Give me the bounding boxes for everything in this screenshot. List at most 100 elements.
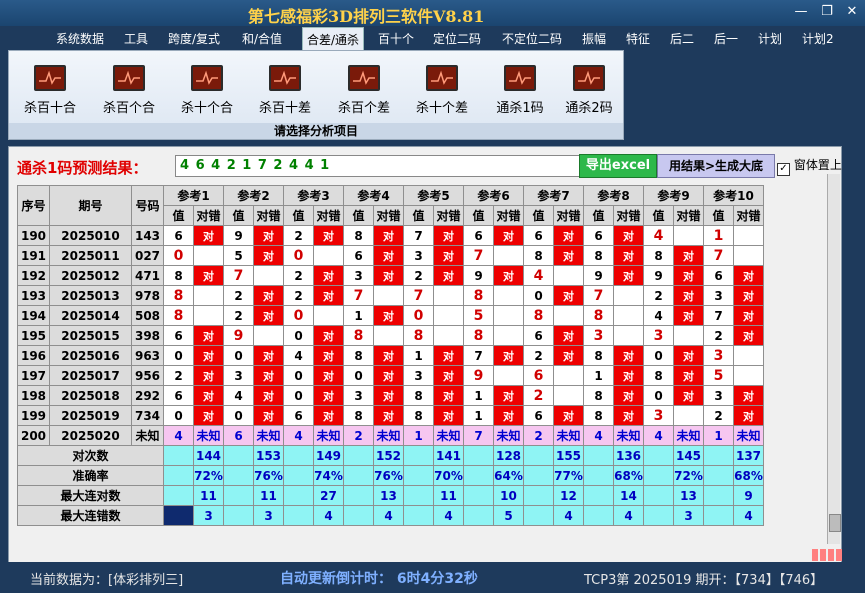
menu-item[interactable]: 振幅 — [582, 30, 606, 47]
cell-check — [433, 285, 464, 306]
topmost-checkbox[interactable]: ✓ 窗体置上 — [777, 156, 842, 176]
close-icon[interactable]: ✕ — [843, 4, 861, 19]
stats-value: 9 — [733, 485, 764, 506]
cell-check: 对 — [373, 405, 404, 426]
generate-button[interactable]: 用结果>生成大底 — [657, 154, 775, 178]
header-check: 对错 — [313, 205, 344, 226]
ribbon-footer: 请选择分析项目 — [9, 123, 623, 139]
cell-check: 对 — [673, 285, 704, 306]
cell-check: 对 — [253, 405, 284, 426]
cell-check: 对 — [433, 265, 464, 286]
stats-value: 76% — [253, 465, 284, 486]
ribbon-button-label: 杀百十差 — [258, 101, 311, 116]
cell-code: 734 — [131, 405, 164, 426]
cell-check — [613, 325, 644, 346]
menu-item[interactable]: 和/合值 — [242, 30, 282, 47]
cell-check: 对 — [253, 225, 284, 246]
cell-value: 2 — [283, 225, 314, 246]
cell-code: 963 — [131, 345, 164, 366]
cell-check — [313, 245, 344, 266]
restore-icon[interactable]: ❐ — [818, 4, 836, 19]
predict-row: 200 2025020 未知 4 未知 6 未知 4 未知 2 未知 1 未知 7 未知 2 未知 4 未知 4 未知 1… — [17, 425, 764, 446]
cell-check — [193, 285, 224, 306]
cell-value: 8 — [523, 245, 554, 266]
menu-item[interactable]: 后一 — [714, 30, 738, 47]
cell-value: 8 — [403, 325, 434, 346]
header-value: 值 — [403, 205, 434, 226]
ribbon-button[interactable]: 杀百十合 — [15, 65, 85, 116]
menu-item[interactable]: 特征 — [626, 30, 650, 47]
cell-value: 0 — [523, 285, 554, 306]
cell-value: 1 — [403, 345, 434, 366]
ribbon-button[interactable]: 杀百个差 — [329, 65, 399, 116]
cell-check: 对 — [733, 325, 764, 346]
menu-item[interactable]: 定位二码 — [433, 30, 481, 47]
ribbon-button[interactable]: 杀百十差 — [250, 65, 320, 116]
cell-check: 对 — [733, 305, 764, 326]
ribbon-button[interactable]: 通杀1码 — [485, 65, 555, 116]
menu-item[interactable]: 不定位二码 — [502, 30, 562, 47]
cell-check: 对 — [553, 325, 584, 346]
cell-value: 0 — [163, 345, 194, 366]
scroll-thumb[interactable] — [829, 514, 841, 532]
cell-check: 对 — [193, 265, 224, 286]
predict-value: 7 — [463, 425, 494, 446]
cell-value: 7 — [403, 225, 434, 246]
data-grid[interactable]: 序号 期号 号码 参考1 参考2 参考3 参考4 参考5 参考6 参考7 参考8 参考9 参考10 值对错… — [17, 185, 764, 545]
cell-seq: 192 — [17, 265, 50, 286]
stats-value: 13 — [373, 485, 404, 506]
menu-item[interactable]: 工具 — [124, 30, 148, 47]
menu-item[interactable]: 计划 — [758, 30, 782, 47]
cell-check: 对 — [253, 305, 284, 326]
cell-check: 对 — [493, 345, 524, 366]
stats-value: 77% — [553, 465, 584, 486]
stats-value: 11 — [433, 485, 464, 506]
stats-value: 74% — [313, 465, 344, 486]
menu-item[interactable]: 计划2 — [802, 30, 834, 47]
cell-check: 对 — [193, 345, 224, 366]
cell-check — [733, 245, 764, 266]
progress-blocks — [812, 546, 850, 561]
check-icon[interactable]: ✓ — [777, 163, 790, 176]
export-excel-button[interactable]: 导出excel — [579, 154, 657, 178]
header-value: 值 — [223, 205, 254, 226]
cell-check: 对 — [673, 345, 704, 366]
cell-value: 9 — [583, 265, 614, 286]
cell-value: 5 — [463, 305, 494, 326]
cell-check: 对 — [433, 245, 464, 266]
menu-item[interactable]: 系统数据 — [56, 30, 104, 47]
cell-value: 8 — [583, 245, 614, 266]
cell-value: 6 — [703, 265, 734, 286]
ribbon-button[interactable]: 杀十个差 — [407, 65, 477, 116]
draw-info-text: TCP3第 2025019 期开：【734】【746】 — [584, 573, 824, 588]
ribbon-button[interactable]: 杀十个合 — [172, 65, 242, 116]
ribbon-button-label: 杀百个合 — [102, 101, 155, 116]
stats-value: 145 — [673, 445, 704, 466]
cell-check: 对 — [313, 265, 344, 286]
cell-value: 6 — [163, 385, 194, 406]
vertical-scrollbar[interactable] — [827, 174, 841, 544]
menu-item[interactable]: 百十个 — [378, 30, 414, 47]
menu-item[interactable]: 后二 — [670, 30, 694, 47]
table-row: 193 2025013 978 8 2 对 2 对 7 7 8 0 对 7 2 对 3 对 — [17, 285, 764, 306]
cell-check: 对 — [313, 405, 344, 426]
cell-check: 对 — [313, 225, 344, 246]
cell-value: 8 — [583, 345, 614, 366]
cell-check: 对 — [553, 245, 584, 266]
stats-value: 27 — [313, 485, 344, 506]
minimize-icon[interactable]: — — [792, 4, 810, 19]
cell-check — [253, 265, 284, 286]
cell-value: 0 — [403, 305, 434, 326]
ribbon-button[interactable]: 杀百个合 — [94, 65, 164, 116]
ribbon-button[interactable]: 通杀2码 — [554, 65, 624, 116]
result-field[interactable]: 4 6 4 2 1 7 2 4 4 1 — [175, 155, 581, 177]
cell-value: 7 — [463, 345, 494, 366]
cell-check: 对 — [193, 365, 224, 386]
cell-value: 0 — [283, 245, 314, 266]
cell-value: 6 — [163, 225, 194, 246]
cell-check: 对 — [373, 305, 404, 326]
predict-check: 未知 — [433, 425, 464, 446]
stats-value: 149 — [313, 445, 344, 466]
menu-item[interactable]: 跨度/复式 — [168, 30, 220, 47]
cell-value: 1 — [583, 365, 614, 386]
